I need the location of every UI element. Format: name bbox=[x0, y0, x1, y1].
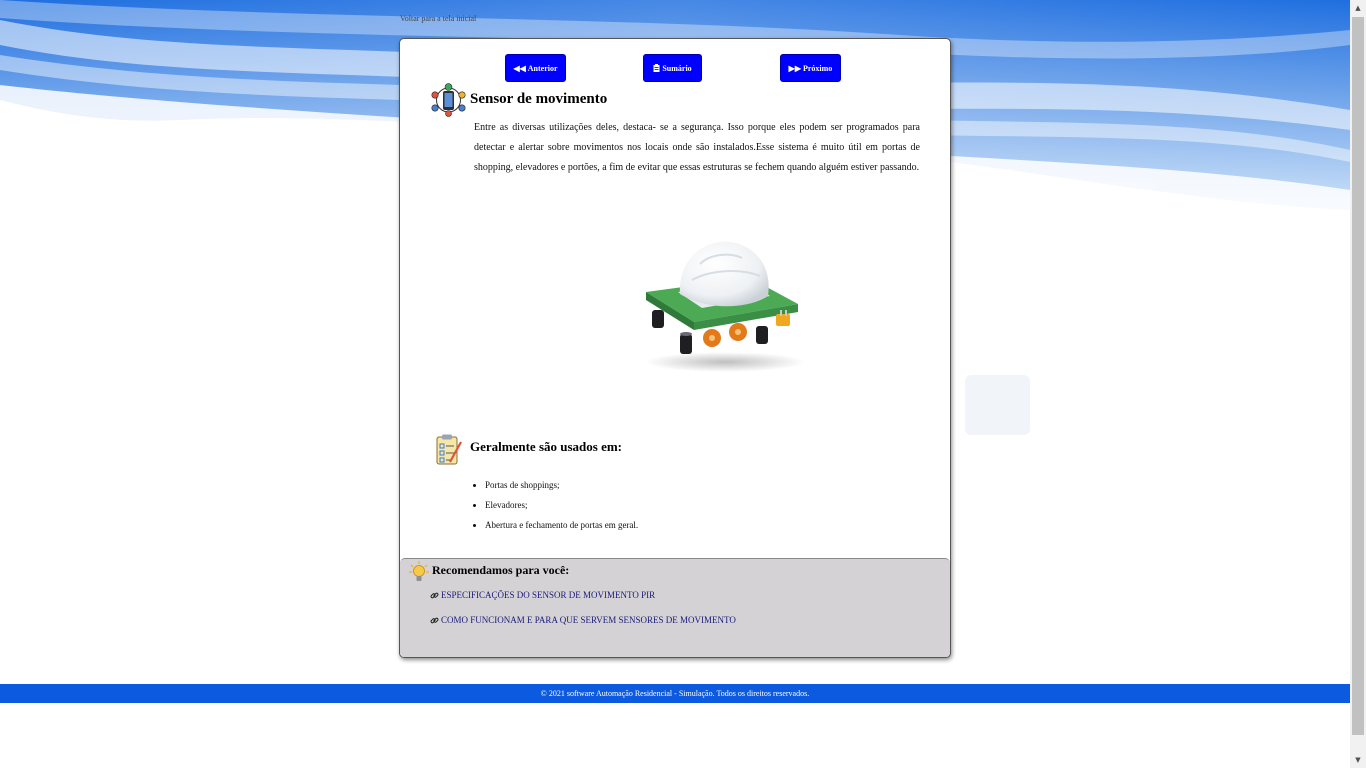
vertical-scrollbar[interactable]: ▲ ▼ bbox=[1350, 0, 1366, 768]
description-paragraph: Entre as diversas utilizações deles, des… bbox=[474, 122, 920, 173]
content-card: ◀◀ Anterior Sumário ▶▶ Próximo Sensor de… bbox=[399, 38, 951, 658]
clipboard-icon bbox=[653, 64, 660, 72]
recommendation-link-1-label: ESPECIFICAÇÕES DO SENSOR DE MOVIMENTO PI… bbox=[441, 590, 656, 600]
forward-icon: ▶▶ bbox=[788, 63, 801, 73]
back-to-home-link[interactable]: Voltar para a tela inicial bbox=[400, 14, 476, 23]
list-item: Portas de shoppings; bbox=[485, 475, 638, 495]
list-item: Abertura e fechamento de portas em geral… bbox=[485, 515, 638, 535]
checklist-icon bbox=[436, 434, 462, 465]
recommendation-link-1[interactable]: ESPECIFICAÇÕES DO SENSOR DE MOVIMENTO PI… bbox=[430, 590, 655, 600]
recommendations-box: Recomendamos para você: ESPECIFICAÇÕES D… bbox=[400, 558, 950, 657]
smart-device-icon bbox=[431, 83, 466, 117]
lightbulb-icon bbox=[409, 561, 429, 581]
usage-title: Geralmente são usados em: bbox=[470, 439, 623, 454]
next-button[interactable]: ▶▶ Próximo bbox=[780, 54, 841, 82]
list-item: Elevadores; bbox=[485, 495, 638, 515]
page: Voltar para a tela inicial ◀◀ Anterior S… bbox=[0, 0, 1366, 768]
faint-background-mark bbox=[965, 375, 1030, 435]
pir-motion-sensor-image bbox=[645, 241, 805, 372]
link-icon bbox=[430, 592, 439, 598]
scroll-down-arrow-icon[interactable]: ▼ bbox=[1350, 752, 1366, 768]
recommendation-link-2-label: COMO FUNCIONAM E PARA QUE SERVEM SENSORE… bbox=[441, 615, 736, 625]
previous-button-label: Anterior bbox=[527, 63, 558, 73]
scroll-up-arrow-icon[interactable]: ▲ bbox=[1350, 0, 1366, 16]
footer: © 2021 software Automação Residencial - … bbox=[0, 684, 1350, 703]
usage-list: Portas de shoppings; Elevadores; Abertur… bbox=[470, 475, 638, 535]
link-icon bbox=[430, 617, 439, 623]
footer-text: © 2021 software Automação Residencial - … bbox=[540, 689, 810, 698]
summary-button[interactable]: Sumário bbox=[643, 54, 702, 82]
summary-button-label: Sumário bbox=[662, 63, 692, 73]
backward-icon: ◀◀ bbox=[513, 63, 526, 73]
previous-button[interactable]: ◀◀ Anterior bbox=[505, 54, 566, 82]
next-button-label: Próximo bbox=[802, 63, 833, 73]
page-title: Sensor de movimento bbox=[470, 91, 608, 107]
recommendations-title: Recomendamos para você: bbox=[432, 563, 570, 577]
scrollbar-thumb[interactable] bbox=[1352, 17, 1364, 735]
recommendation-link-2[interactable]: COMO FUNCIONAM E PARA QUE SERVEM SENSORE… bbox=[430, 615, 736, 625]
